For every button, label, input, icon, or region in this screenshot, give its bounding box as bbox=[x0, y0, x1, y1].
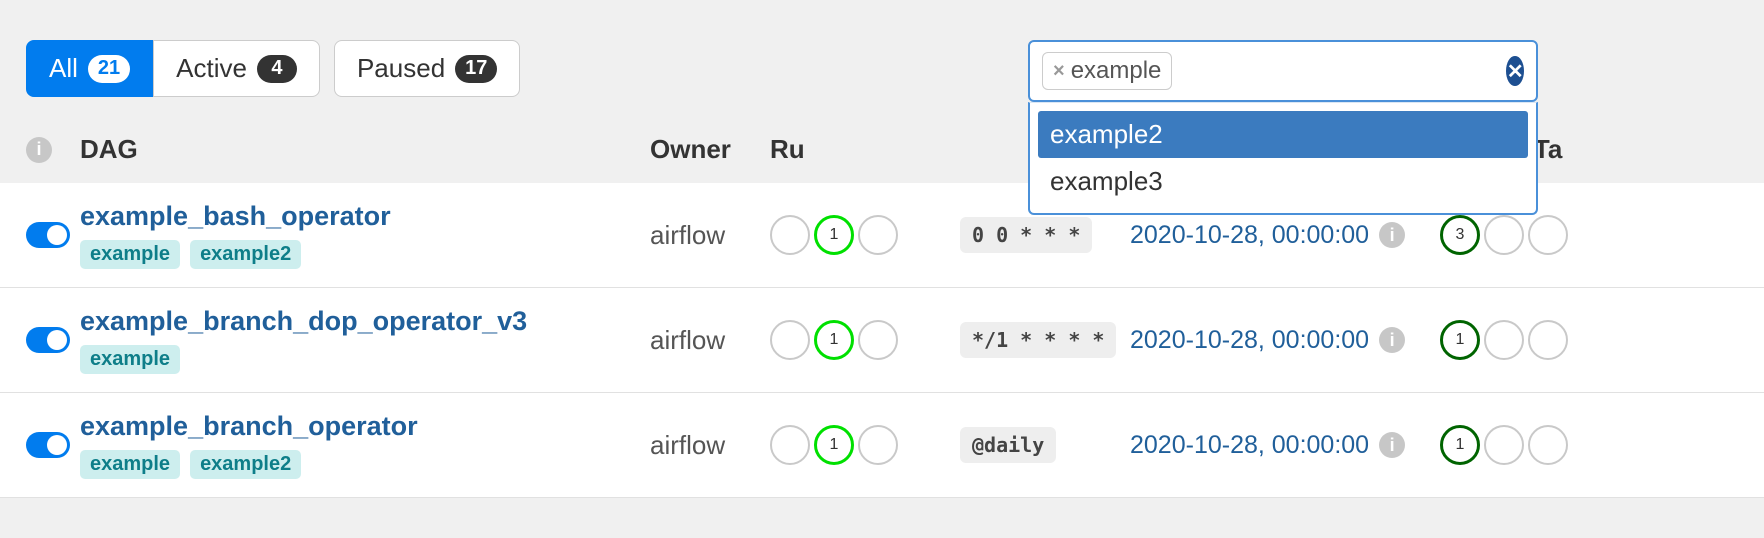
status-circle[interactable] bbox=[1484, 215, 1524, 255]
dag-toggle[interactable] bbox=[26, 432, 70, 458]
task-status-circles[interactable]: 3 bbox=[1440, 215, 1738, 255]
info-icon[interactable]: i bbox=[1379, 222, 1405, 248]
status-circle[interactable] bbox=[1528, 215, 1568, 255]
info-icon: i bbox=[26, 137, 52, 163]
status-circle[interactable] bbox=[770, 320, 810, 360]
run-status-circles[interactable]: 1 bbox=[770, 425, 960, 465]
status-circle[interactable] bbox=[1528, 425, 1568, 465]
status-circle[interactable] bbox=[858, 320, 898, 360]
info-icon[interactable]: i bbox=[1379, 432, 1405, 458]
filter-paused-count: 17 bbox=[455, 55, 497, 83]
status-circle[interactable] bbox=[1484, 320, 1524, 360]
chip-remove-icon[interactable]: × bbox=[1053, 60, 1065, 83]
status-circle[interactable]: 3 bbox=[1440, 215, 1480, 255]
schedule-badge[interactable]: */1 * * * * bbox=[960, 322, 1116, 358]
owner-text: airflow bbox=[650, 325, 725, 355]
status-circle[interactable]: 1 bbox=[814, 215, 854, 255]
status-circle[interactable]: 1 bbox=[814, 425, 854, 465]
status-circle[interactable]: 1 bbox=[814, 320, 854, 360]
status-circle[interactable] bbox=[858, 215, 898, 255]
chip-label: example bbox=[1071, 57, 1162, 85]
dag-link[interactable]: example_bash_operator bbox=[80, 201, 650, 232]
run-status-circles[interactable]: 1 bbox=[770, 215, 960, 255]
schedule-badge[interactable]: 0 0 * * * bbox=[960, 217, 1092, 253]
owner-text: airflow bbox=[650, 430, 725, 460]
dag-toggle[interactable] bbox=[26, 327, 70, 353]
status-circle[interactable] bbox=[770, 425, 810, 465]
last-run-link[interactable]: 2020-10-28, 00:00:00 bbox=[1130, 326, 1369, 355]
filter-paused-label: Paused bbox=[357, 53, 445, 84]
status-circle[interactable] bbox=[1528, 320, 1568, 360]
table-row: example_branch_operatorexample example2 ai… bbox=[0, 393, 1764, 498]
header-runs[interactable]: Ru bbox=[770, 134, 960, 165]
header-dag[interactable]: DAG bbox=[80, 134, 650, 165]
tag-search: × example ✕ example2 example3 bbox=[1028, 40, 1538, 102]
filter-group-2: Paused 17 bbox=[334, 40, 520, 97]
dropdown-item[interactable]: example3 bbox=[1038, 158, 1528, 205]
status-circle[interactable]: 1 bbox=[1440, 320, 1480, 360]
dag-tag[interactable]: example bbox=[80, 450, 180, 479]
tag-search-box[interactable]: × example ✕ bbox=[1028, 40, 1538, 102]
dag-tag[interactable]: example2 bbox=[190, 240, 301, 269]
task-status-circles[interactable]: 1 bbox=[1440, 425, 1738, 465]
status-circle[interactable] bbox=[1484, 425, 1524, 465]
dag-tag[interactable]: example2 bbox=[190, 450, 301, 479]
clear-search-icon[interactable]: ✕ bbox=[1506, 56, 1524, 86]
header-owner[interactable]: Owner bbox=[650, 134, 770, 165]
run-status-circles[interactable]: 1 bbox=[770, 320, 960, 360]
dag-tag[interactable]: example bbox=[80, 345, 180, 374]
owner-text: airflow bbox=[650, 220, 725, 250]
status-circle[interactable] bbox=[770, 215, 810, 255]
schedule-badge[interactable]: @daily bbox=[960, 427, 1056, 463]
search-chip[interactable]: × example bbox=[1042, 52, 1172, 90]
dag-link[interactable]: example_branch_operator bbox=[80, 411, 650, 442]
filter-active-button[interactable]: Active 4 bbox=[153, 40, 320, 97]
dag-link[interactable]: example_branch_dop_operator_v3 bbox=[80, 306, 650, 337]
last-run-link[interactable]: 2020-10-28, 00:00:00 bbox=[1130, 221, 1369, 250]
tag-search-input[interactable] bbox=[1182, 50, 1496, 92]
dag-tag[interactable]: example bbox=[80, 240, 180, 269]
info-icon[interactable]: i bbox=[1379, 327, 1405, 353]
search-dropdown: example2 example3 bbox=[1028, 102, 1538, 215]
table-row: example_branch_dop_operator_v3example air… bbox=[0, 288, 1764, 393]
filter-active-label: Active bbox=[176, 53, 247, 84]
filter-group: All 21 Active 4 bbox=[26, 40, 320, 97]
status-circle[interactable]: 1 bbox=[1440, 425, 1480, 465]
dag-toggle[interactable] bbox=[26, 222, 70, 248]
filter-active-count: 4 bbox=[257, 55, 297, 83]
filter-all-label: All bbox=[49, 53, 78, 84]
status-circle[interactable] bbox=[858, 425, 898, 465]
task-status-circles[interactable]: 1 bbox=[1440, 320, 1738, 360]
filter-all-count: 21 bbox=[88, 55, 130, 83]
filter-all-button[interactable]: All 21 bbox=[26, 40, 153, 97]
filter-paused-button[interactable]: Paused 17 bbox=[334, 40, 520, 97]
last-run-link[interactable]: 2020-10-28, 00:00:00 bbox=[1130, 431, 1369, 460]
dropdown-item[interactable]: example2 bbox=[1038, 111, 1528, 158]
